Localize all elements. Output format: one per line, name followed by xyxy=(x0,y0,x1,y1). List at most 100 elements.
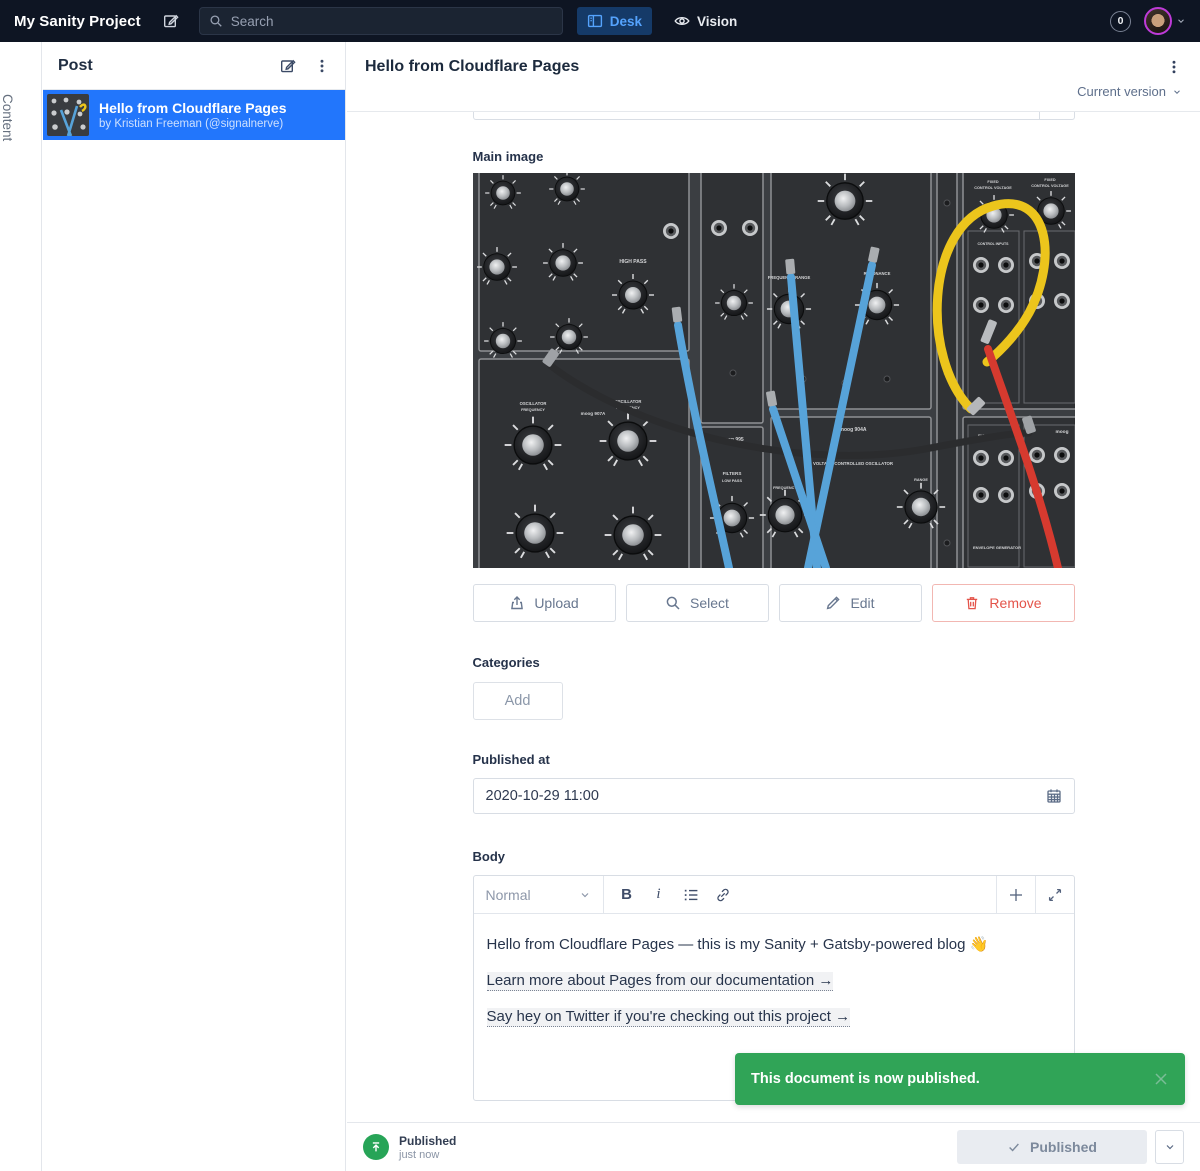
text-style-value: Normal xyxy=(486,887,531,903)
svg-text:moog 907A: moog 907A xyxy=(580,411,605,416)
list-menu-button[interactable] xyxy=(314,58,330,74)
document-form-scroll: Main image xyxy=(347,112,1200,1122)
list-pane-header: Post xyxy=(43,42,345,90)
tab-desk[interactable]: Desk xyxy=(577,7,652,35)
publish-menu-button[interactable] xyxy=(1155,1130,1184,1164)
publish-button[interactable]: Published xyxy=(957,1130,1147,1164)
publish-status-texts: Published just now xyxy=(399,1134,456,1161)
svg-text:FIXED: FIXED xyxy=(1044,178,1055,182)
content-strip[interactable]: Content xyxy=(0,42,42,1171)
body-link[interactable]: Say hey on Twitter if you're checking ou… xyxy=(487,1008,851,1027)
user-menu[interactable] xyxy=(1144,7,1186,35)
upload-icon xyxy=(509,595,525,611)
eye-icon xyxy=(674,13,690,29)
version-label: Current version xyxy=(1077,84,1166,99)
chevron-down-icon xyxy=(1164,1141,1176,1153)
svg-text:FREQUENCY: FREQUENCY xyxy=(521,408,545,412)
expand-icon xyxy=(1047,887,1063,903)
document-list-pane: Post xyxy=(43,42,346,1171)
toast-close-button[interactable] xyxy=(1153,1071,1169,1087)
remove-label: Remove xyxy=(989,595,1041,611)
search-input[interactable] xyxy=(231,14,553,29)
create-new-post-button[interactable] xyxy=(280,58,296,74)
format-buttons: B i xyxy=(604,876,996,913)
edit-button[interactable]: Edit xyxy=(779,584,922,622)
tab-vision[interactable]: Vision xyxy=(664,7,747,35)
tab-vision-label: Vision xyxy=(697,14,737,29)
synthesizer-photo: HIGH PASS moog 907A OSCILLATOR OSCILLATO… xyxy=(473,173,1075,568)
list-item-subtitle: by Kristian Freeman (@signalnerve) xyxy=(99,118,286,130)
avatar xyxy=(1144,7,1172,35)
kebab-icon xyxy=(314,58,330,74)
global-search[interactable] xyxy=(199,7,563,35)
svg-text:VOLTAGE CONTROLLED OSCILLATOR: VOLTAGE CONTROLLED OSCILLATOR xyxy=(813,461,894,466)
published-at-field[interactable] xyxy=(473,778,1075,814)
body-paragraph[interactable]: Hello from Cloudflare Pages — this is my… xyxy=(487,934,1061,956)
svg-text:ENVELOPE GENERATOR: ENVELOPE GENERATOR xyxy=(972,545,1020,550)
chevron-down-icon xyxy=(1172,87,1182,97)
text-style-select[interactable]: Normal xyxy=(474,876,604,913)
editor-content[interactable]: Hello from Cloudflare Pages — this is my… xyxy=(474,914,1074,1033)
add-category-button[interactable]: Add xyxy=(473,682,563,720)
chevron-down-icon xyxy=(1176,16,1186,26)
list-icon xyxy=(683,887,699,903)
document-title-row: Hello from Cloudflare Pages xyxy=(347,42,1200,76)
compose-icon xyxy=(163,13,179,29)
main-image-preview[interactable]: HIGH PASS moog 907A OSCILLATOR OSCILLATO… xyxy=(473,173,1075,568)
select-button[interactable]: Select xyxy=(626,584,769,622)
bold-button[interactable]: B xyxy=(612,881,642,909)
svg-text:OSCILLATOR: OSCILLATOR xyxy=(519,401,546,406)
publish-time: just now xyxy=(399,1149,456,1161)
select-label: Select xyxy=(690,595,729,611)
desk-icon xyxy=(587,13,603,29)
version-selector[interactable]: Current version xyxy=(347,76,1200,111)
publish-arrow-icon xyxy=(369,1140,383,1154)
trash-icon xyxy=(964,595,980,611)
svg-text:LOW PASS: LOW PASS xyxy=(722,479,742,483)
upload-label: Upload xyxy=(534,595,578,611)
publish-status: Published xyxy=(399,1134,456,1148)
project-title: My Sanity Project xyxy=(14,13,141,30)
editor-toolbar: Normal B i xyxy=(474,876,1074,914)
document-menu-button[interactable] xyxy=(1166,59,1182,75)
chevron-down-icon xyxy=(579,889,591,901)
plus-icon xyxy=(1008,887,1024,903)
upload-button[interactable]: Upload xyxy=(473,584,616,622)
insert-block-button[interactable] xyxy=(996,876,1035,913)
svg-text:RANGE: RANGE xyxy=(914,478,928,482)
notifications-badge[interactable]: 0 xyxy=(1110,11,1131,32)
body-link[interactable]: Learn more about Pages from our document… xyxy=(487,972,834,991)
svg-text:CONTROL VOLTAGE: CONTROL VOLTAGE xyxy=(1031,184,1069,188)
published-at-input[interactable] xyxy=(486,788,1036,804)
bullet-list-button[interactable] xyxy=(676,881,706,909)
fullscreen-button[interactable] xyxy=(1035,876,1074,913)
categories-label: Categories xyxy=(473,655,1075,670)
published-at-label: Published at xyxy=(473,752,1075,767)
link-icon xyxy=(715,887,731,903)
list-pane-title: Post xyxy=(58,57,262,75)
sanity-studio: My Sanity Project Desk Vision 0 Content … xyxy=(0,0,1200,1171)
slug-field-partial[interactable] xyxy=(473,112,1075,120)
list-item[interactable]: Hello from Cloudflare Pages by Kristian … xyxy=(43,90,345,140)
search-icon xyxy=(665,595,681,611)
new-document-button[interactable] xyxy=(163,13,179,29)
image-actions: Upload Select Edit Remove xyxy=(473,584,1075,622)
body-label: Body xyxy=(473,849,1075,864)
svg-text:FIXED: FIXED xyxy=(987,180,998,184)
svg-text:CONTROL INPUTS: CONTROL INPUTS xyxy=(977,242,1009,246)
pencil-icon xyxy=(825,595,841,611)
italic-button[interactable]: i xyxy=(644,881,674,909)
edit-label: Edit xyxy=(850,595,874,611)
calendar-icon[interactable] xyxy=(1046,788,1062,804)
link-button[interactable] xyxy=(708,881,738,909)
publish-toast: This document is now published. xyxy=(735,1053,1185,1105)
list-item-texts: Hello from Cloudflare Pages by Kristian … xyxy=(99,100,286,130)
document-editor-pane: Hello from Cloudflare Pages Current vers… xyxy=(347,42,1200,1171)
svg-text:FREQUENCY: FREQUENCY xyxy=(773,486,797,490)
list-item-thumbnail xyxy=(47,94,89,136)
list-item-title: Hello from Cloudflare Pages xyxy=(99,100,286,116)
publish-status-icon xyxy=(363,1134,389,1160)
remove-button[interactable]: Remove xyxy=(932,584,1075,622)
close-icon xyxy=(1153,1071,1169,1087)
svg-text:FILTERS: FILTERS xyxy=(722,471,741,476)
